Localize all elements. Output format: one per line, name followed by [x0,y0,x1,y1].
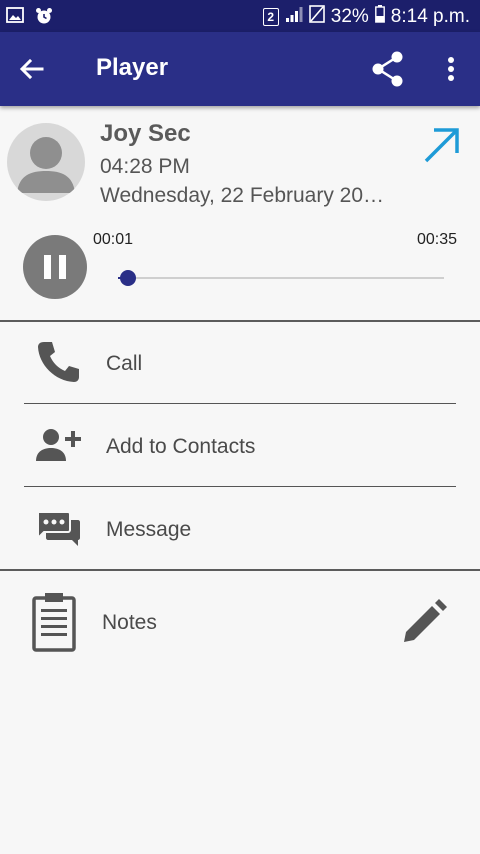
message-row[interactable]: Message [0,488,480,568]
add-contact-icon [34,421,82,469]
clipboard-icon [30,592,78,652]
app-bar: Player [0,32,480,106]
sim-slot-badge: 2 [262,8,279,26]
edit-notes-button[interactable] [400,598,448,646]
divider [24,486,456,487]
gallery-notification-icon [6,6,24,31]
more-options-button[interactable] [436,52,466,86]
outgoing-call-icon [420,124,462,166]
back-button[interactable] [14,51,50,87]
divider [24,403,456,404]
divider [0,569,480,571]
elapsed-time: 00:01 [93,231,134,248]
phone-icon [34,338,82,386]
person-icon [17,137,75,193]
total-duration: 00:35 [416,231,457,248]
add-to-contacts-row[interactable]: Add to Contacts [0,405,480,485]
clock: 8:14 p.m. [390,6,470,27]
page-title: Player [96,54,169,81]
pause-button[interactable] [23,235,87,299]
share-icon [372,51,403,87]
notes-label: Notes [102,611,157,634]
pause-icon [44,255,66,279]
add-to-contacts-label: Add to Contacts [106,435,256,458]
call-label: Call [106,352,143,375]
message-label: Message [106,518,192,541]
pencil-icon [404,599,447,642]
message-icon [34,506,82,554]
status-bar: 2 32% 8:14 p.m. [0,0,480,32]
notes-row: Notes [0,572,480,672]
no-sim-icon [308,5,325,29]
alarm-notification-icon [34,6,54,31]
share-button[interactable] [368,49,408,89]
battery-icon [374,5,385,29]
call-date: Wednesday, 22 February 20… [100,184,385,207]
seek-thumb[interactable] [119,270,136,286]
signal-icon [285,6,303,28]
arrow-back-icon [19,58,44,80]
call-row[interactable]: Call [0,322,480,402]
seek-bar[interactable] [118,270,444,286]
battery-percent: 32% [330,6,369,27]
contact-name: Joy Sec [100,120,191,147]
avatar [7,123,85,201]
more-vert-icon [448,57,454,81]
call-time: 04:28 PM [100,155,190,178]
